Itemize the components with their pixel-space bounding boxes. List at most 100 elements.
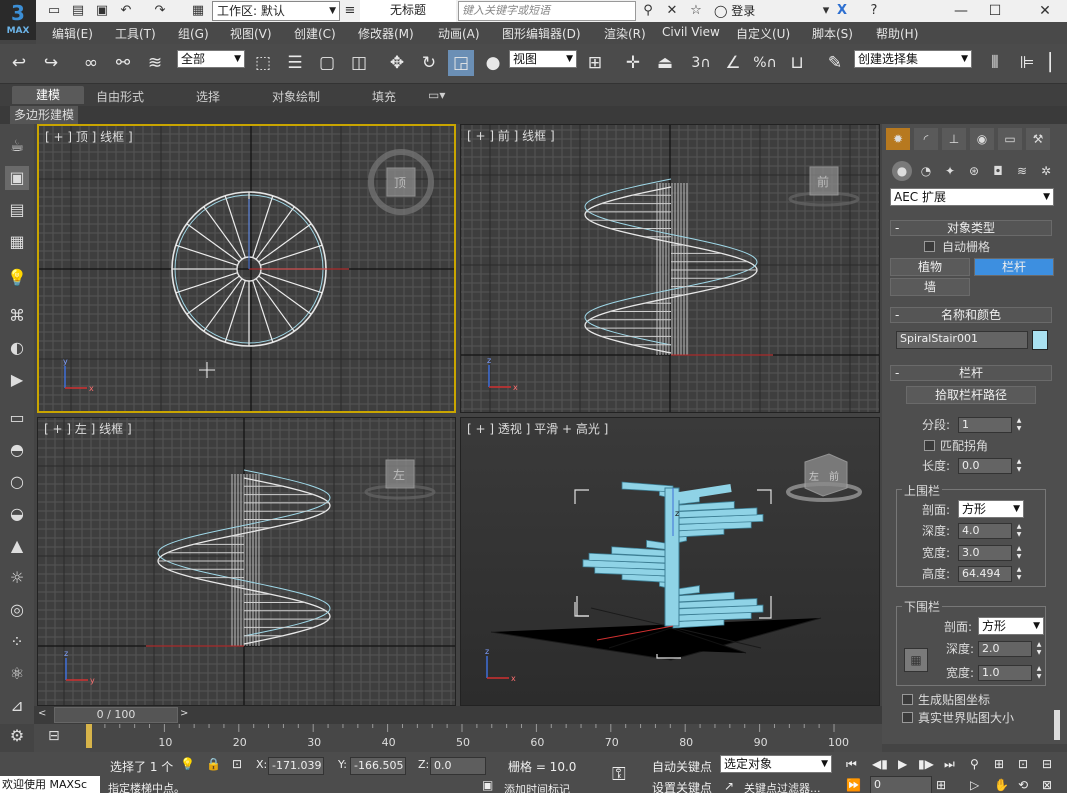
- ribbon-options-icon[interactable]: ▭▾: [428, 88, 445, 102]
- category-dropdown[interactable]: AEC 扩展 ▼: [890, 188, 1054, 206]
- current-frame-field[interactable]: 0: [870, 776, 932, 793]
- menu-customize[interactable]: 自定义(U): [736, 25, 790, 42]
- cameras-icon[interactable]: ⊛: [964, 161, 984, 181]
- reference-coord-dropdown[interactable]: 视图 ▼: [509, 50, 577, 68]
- key-set-dropdown[interactable]: 选定对象 ▼: [720, 755, 832, 773]
- teapot-small-icon[interactable]: ◒: [5, 502, 29, 526]
- menu-help[interactable]: 帮助(H): [876, 25, 918, 42]
- menu-graph-editors[interactable]: 图形编辑器(D): [502, 25, 581, 42]
- pan-icon[interactable]: ✋: [994, 778, 1009, 792]
- foliage-button[interactable]: 植物: [890, 258, 970, 276]
- set-key-button[interactable]: 设置关键点: [652, 779, 712, 793]
- maximize-viewport-icon[interactable]: ⊠: [1042, 778, 1052, 792]
- viewport-perspective[interactable]: [ + ] 透视 ] 平滑 + 高光 ] z 左前 z x: [460, 417, 880, 706]
- material-editor-icon[interactable]: ▦: [5, 230, 29, 254]
- systems-icon[interactable]: ✲: [1036, 161, 1056, 181]
- teapot-icon[interactable]: ☕: [5, 134, 29, 158]
- bottom-depth-spinner-icon[interactable]: ▲ ▼: [1034, 641, 1044, 657]
- orbit-icon[interactable]: ⟲: [1018, 778, 1028, 792]
- login-button[interactable]: ◯ 登录: [714, 1, 784, 21]
- object-color-swatch[interactable]: [1032, 330, 1048, 350]
- keyboard-shortcut-icon[interactable]: ⏏: [652, 50, 678, 76]
- render-frame-icon[interactable]: ▣: [5, 166, 29, 190]
- viewport-front-label[interactable]: [ + ] 前 ] 线框 ]: [467, 127, 555, 144]
- sphere-render-icon[interactable]: ◐: [5, 336, 29, 360]
- top-width-field[interactable]: 3.0: [958, 545, 1012, 561]
- lock-selection-icon[interactable]: 🔒: [206, 757, 221, 771]
- redo-icon[interactable]: ↷: [152, 3, 168, 19]
- top-width-spinner-icon[interactable]: ▲ ▼: [1014, 545, 1024, 561]
- link-icon[interactable]: ∞: [78, 50, 104, 76]
- zoom-icon[interactable]: ⚲: [970, 757, 979, 771]
- motion-tab-icon[interactable]: ◉: [970, 128, 994, 150]
- unlink-icon[interactable]: ⚯: [110, 50, 136, 76]
- particles-icon[interactable]: ⁘: [5, 630, 29, 654]
- object-name-field[interactable]: SpiralStair001: [896, 331, 1028, 349]
- top-profile-dropdown[interactable]: 方形 ▼: [958, 500, 1024, 518]
- auto-key-button[interactable]: 自动关键点: [652, 758, 712, 775]
- new-file-icon[interactable]: ▭: [46, 3, 62, 19]
- next-frame-icon[interactable]: >: [180, 708, 188, 719]
- viewport-left-label[interactable]: [ + ] 左 ] 线框 ]: [44, 420, 132, 437]
- menu-views[interactable]: 视图(V): [230, 25, 272, 42]
- menu-icon[interactable]: ≡: [342, 3, 358, 19]
- bottom-depth-field[interactable]: 2.0: [978, 641, 1032, 657]
- time-config-icon[interactable]: ⊞: [936, 778, 946, 792]
- key-filter-icon[interactable]: ↗: [724, 779, 734, 793]
- snap-toggle-icon[interactable]: 3∩: [688, 50, 714, 76]
- binoculars-icon[interactable]: ⚲: [640, 3, 656, 19]
- real-world-checkbox[interactable]: [902, 712, 913, 723]
- shapes-icon[interactable]: ◔: [916, 161, 936, 181]
- window-crossing-icon[interactable]: ◫: [346, 50, 372, 76]
- wall-button[interactable]: 墙: [890, 278, 970, 296]
- isolate-icon[interactable]: 💡: [180, 757, 195, 771]
- key-filters-button[interactable]: 关键点过滤器...: [744, 780, 821, 793]
- lights-icon[interactable]: ✦: [940, 161, 960, 181]
- add-time-tag[interactable]: 添加时间标记: [504, 781, 570, 793]
- helpers-icon[interactable]: ◘: [988, 161, 1008, 181]
- match-corners-checkbox[interactable]: [924, 440, 935, 451]
- goto-end-icon[interactable]: ⏭: [944, 757, 955, 772]
- undo-arrow-icon[interactable]: ↩: [6, 50, 32, 76]
- y-coord-field[interactable]: -166.505: [350, 757, 406, 775]
- create-tab-icon[interactable]: ✹: [886, 128, 910, 150]
- torus-icon[interactable]: ◎: [5, 598, 29, 622]
- menu-modifiers[interactable]: 修改器(M): [358, 25, 414, 42]
- named-selection-dropdown[interactable]: 创建选择集 ▼: [854, 50, 972, 68]
- rect-selection-icon[interactable]: ▢: [314, 50, 340, 76]
- angle-snap-icon[interactable]: ∠: [720, 50, 746, 76]
- bind-spacewarp-icon[interactable]: ≋: [142, 50, 168, 76]
- minimize-icon[interactable]: —: [946, 0, 976, 22]
- bottom-profile-dropdown[interactable]: 方形 ▼: [978, 617, 1044, 635]
- x-coord-field[interactable]: -171.039: [268, 757, 324, 775]
- edit-named-sets-icon[interactable]: ✎: [822, 50, 848, 76]
- place-icon[interactable]: ●: [480, 50, 506, 76]
- rollout-object-type[interactable]: - 对象类型: [890, 220, 1052, 236]
- menu-scripting[interactable]: 脚本(S): [812, 25, 853, 42]
- maxscript-listener[interactable]: 欢迎使用 MAXSc: [0, 776, 100, 793]
- timeline-toggle-icon[interactable]: ⊟: [48, 728, 60, 744]
- menu-rendering[interactable]: 渲染(R): [604, 25, 646, 42]
- frame-counter[interactable]: 0 / 100: [54, 707, 178, 723]
- schematic-icon[interactable]: ▤: [5, 198, 29, 222]
- top-depth-field[interactable]: 4.0: [958, 523, 1012, 539]
- viewport-persp-label[interactable]: [ + ] 透视 ] 平滑 + 高光 ]: [467, 420, 608, 437]
- rotate-icon[interactable]: ↻: [416, 50, 442, 76]
- time-slider[interactable]: < 0 / 100 >: [34, 706, 882, 724]
- tab-object-paint[interactable]: 对象绘制: [272, 88, 320, 105]
- key-icon[interactable]: ⚿: [612, 764, 626, 785]
- gear-icon[interactable]: ⚙: [5, 724, 29, 748]
- hierarchy-tab-icon[interactable]: ⊥: [942, 128, 966, 150]
- video-camera-icon[interactable]: ▶: [5, 368, 29, 392]
- tab-freeform[interactable]: 自由形式: [96, 88, 144, 105]
- spinner-snap-icon[interactable]: ⊔: [784, 50, 810, 76]
- gen-mapping-checkbox[interactable]: [902, 694, 913, 705]
- prev-frame-icon[interactable]: <: [38, 708, 46, 719]
- select-manipulate-icon[interactable]: ✛: [620, 50, 646, 76]
- select-object-icon[interactable]: ⬚: [250, 50, 276, 76]
- close-icon[interactable]: ✕: [1030, 0, 1060, 22]
- display-tab-icon[interactable]: ▭: [998, 128, 1022, 150]
- project-folder-icon[interactable]: ▦: [190, 3, 206, 19]
- length-field[interactable]: 0.0: [958, 458, 1012, 474]
- segments-field[interactable]: 1: [958, 417, 1012, 433]
